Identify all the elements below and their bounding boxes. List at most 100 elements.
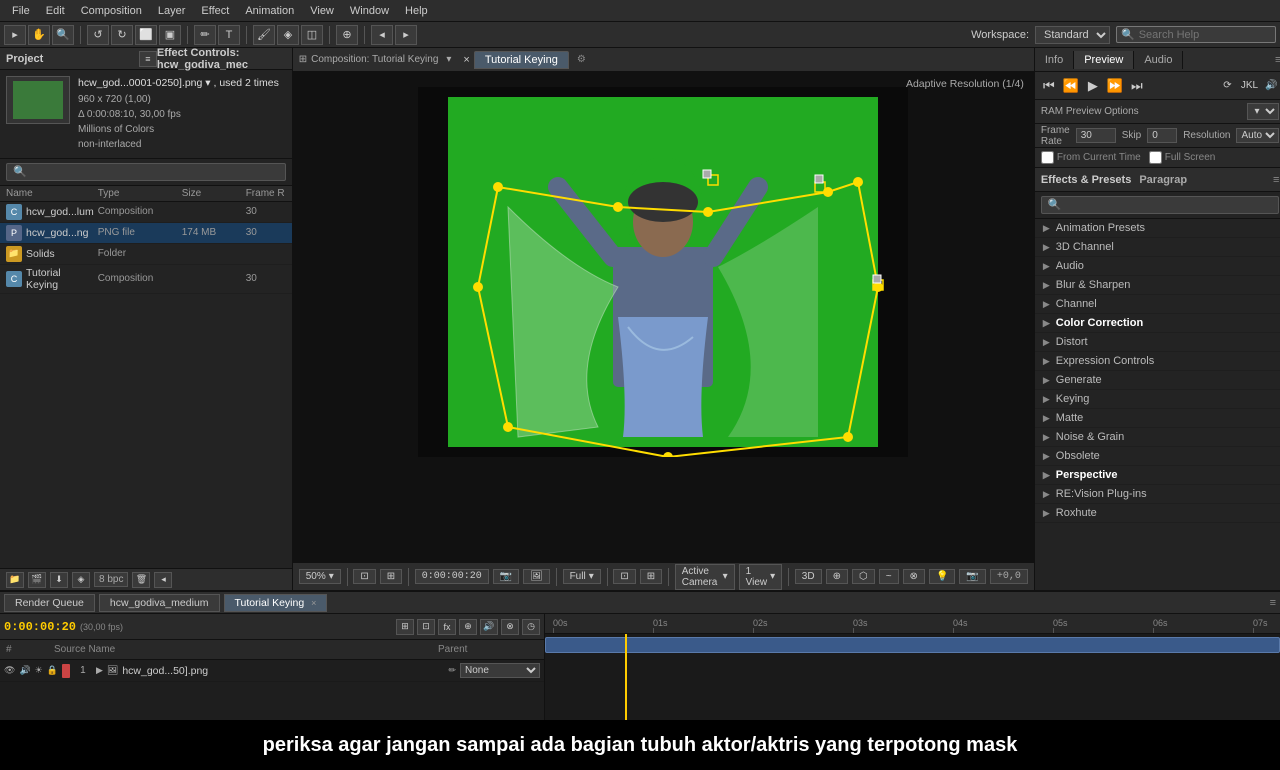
menu-edit[interactable]: Edit	[38, 3, 73, 19]
list-item[interactable]: ▶ Animation Presets	[1035, 219, 1280, 238]
resize-btn[interactable]: ⊞	[380, 569, 402, 584]
tl-btn-2[interactable]: ⊡	[417, 619, 435, 635]
pen-tool[interactable]: ✏	[194, 25, 216, 45]
mask-btn[interactable]: ⬡	[852, 569, 875, 584]
project-menu-btn[interactable]: ≡	[139, 51, 157, 67]
list-item[interactable]: ▶ RE:Vision Plug-ins	[1035, 485, 1280, 504]
workspace-select[interactable]: Standard	[1035, 26, 1110, 44]
list-item[interactable]: 📁 Solids Folder	[0, 244, 292, 265]
delete-btn[interactable]: 🗑	[132, 572, 150, 588]
select-tool[interactable]: ▸	[4, 25, 26, 45]
jkl-btn[interactable]: JKL	[1239, 77, 1259, 95]
text-tool[interactable]: T	[218, 25, 240, 45]
show-snapshot-btn[interactable]: 🖼	[523, 569, 550, 584]
list-item[interactable]: ▶ Channel	[1035, 295, 1280, 314]
stamp-tool[interactable]: ◈	[277, 25, 299, 45]
fit-btn[interactable]: ⊡	[353, 569, 375, 584]
view-mode-select[interactable]: 1 View ▾	[739, 564, 783, 590]
full-screen-cb[interactable]	[1149, 151, 1162, 164]
ram-preview-select[interactable]: ▾	[1247, 103, 1279, 120]
menu-layer[interactable]: Layer	[150, 3, 194, 19]
menu-animation[interactable]: Animation	[237, 3, 302, 19]
list-item[interactable]: ▶ Obsolete	[1035, 447, 1280, 466]
undo-btn[interactable]: ↺	[87, 25, 109, 45]
list-item[interactable]: ▶ Distort	[1035, 333, 1280, 352]
tl-tab-godiva[interactable]: hcw_godiva_medium	[99, 594, 220, 612]
comp-close-btn[interactable]: ×	[463, 54, 469, 66]
interpret-btn[interactable]: ◈	[72, 572, 90, 588]
para-tab[interactable]: Paragrap	[1139, 174, 1187, 186]
camera-btn[interactable]: 📷	[959, 569, 985, 584]
mute-btn[interactable]: 🔊	[1261, 77, 1280, 95]
list-item[interactable]: ▶ Audio	[1035, 257, 1280, 276]
zoom-control[interactable]: 50% ▾	[299, 569, 341, 584]
preview-last-btn[interactable]: ⏭	[1127, 77, 1147, 95]
layer-parent-select[interactable]: None	[460, 663, 540, 678]
menu-file[interactable]: File	[4, 3, 38, 19]
tab-preview[interactable]: Preview	[1074, 51, 1134, 69]
import-btn[interactable]: ⬇	[50, 572, 68, 588]
box-btn[interactable]: ▣	[159, 25, 181, 45]
puppet-tool[interactable]: ⊕	[336, 25, 358, 45]
anchor-btn[interactable]: ⊗	[903, 569, 925, 584]
tl-track-area[interactable]	[545, 634, 1280, 720]
snapshot-btn[interactable]: 📷	[493, 569, 519, 584]
timeline-menu-btn[interactable]: ≡	[1270, 597, 1276, 609]
nav-right[interactable]: ▸	[395, 25, 417, 45]
tl-tab-render[interactable]: Render Queue	[4, 594, 95, 612]
layer-solo-toggle[interactable]: ☀	[35, 665, 43, 676]
resolution-select[interactable]: Auto	[1236, 128, 1279, 143]
table-row[interactable]: 👁 🔊 ☀ 🔒 1 ▶ 🖼 hcw_god...50].png ✏ None	[0, 660, 544, 682]
new-folder-btn[interactable]: 📁	[6, 572, 24, 588]
preview-play-btn[interactable]: ▶	[1083, 77, 1103, 95]
list-item[interactable]: ▶ Color Correction	[1035, 314, 1280, 333]
layer-btn[interactable]: ⊕	[826, 569, 848, 584]
layer-lock[interactable]: 🔒	[47, 665, 58, 676]
menu-window[interactable]: Window	[342, 3, 397, 19]
list-item[interactable]: ▶ Perspective	[1035, 466, 1280, 485]
tl-tab-close[interactable]: ×	[311, 598, 316, 608]
tl-btn-3[interactable]: fx	[438, 619, 456, 635]
skip-input[interactable]	[1147, 128, 1177, 143]
toggle-btn[interactable]: ⊡	[613, 569, 635, 584]
tl-btn-5[interactable]: 🔊	[480, 619, 498, 635]
hand-tool[interactable]: ✋	[28, 25, 50, 45]
tl-clip[interactable]	[545, 637, 1280, 653]
grid-btn[interactable]: ⊞	[640, 569, 662, 584]
tab-audio[interactable]: Audio	[1134, 51, 1183, 69]
preview-prev-btn[interactable]: ⏪	[1061, 77, 1081, 95]
list-item[interactable]: C hcw_god...lum Composition 30	[0, 202, 292, 223]
brush-tool[interactable]: 🖌	[253, 25, 275, 45]
comp-settings-btn[interactable]: ⚙	[577, 54, 586, 65]
list-item[interactable]: ▶ Matte	[1035, 409, 1280, 428]
project-search-input[interactable]	[6, 163, 286, 181]
layer-expand-btn[interactable]: ▶	[96, 665, 103, 676]
timecode-display[interactable]: 0:00:00:20	[415, 569, 489, 584]
tl-btn-1[interactable]: ⊞	[396, 619, 414, 635]
loop-btn[interactable]: ⟳	[1217, 77, 1237, 95]
3d-btn[interactable]: 3D	[795, 569, 822, 584]
list-item[interactable]: P hcw_god...ng PNG file 174 MB 30	[0, 223, 292, 244]
tab-info[interactable]: Info	[1035, 51, 1074, 69]
redo-btn[interactable]: ↻	[111, 25, 133, 45]
frame-rate-input[interactable]	[1076, 128, 1116, 143]
tl-btn-6[interactable]: ⊗	[501, 619, 519, 635]
layer-audio-toggle[interactable]: 🔊	[19, 665, 30, 676]
eraser-tool[interactable]: ◫	[301, 25, 323, 45]
tl-tab-tutorial[interactable]: Tutorial Keying ×	[224, 594, 328, 612]
new-comp-btn[interactable]: 🎬	[28, 572, 46, 588]
menu-help[interactable]: Help	[397, 3, 436, 19]
list-item[interactable]: ▶ Generate	[1035, 371, 1280, 390]
preview-next-btn[interactable]: ⏩	[1105, 77, 1125, 95]
list-item[interactable]: ▶ Blur & Sharpen	[1035, 276, 1280, 295]
tl-btn-7[interactable]: ◷	[522, 619, 540, 635]
search-help-box[interactable]: 🔍	[1116, 26, 1276, 43]
effects-search-input[interactable]	[1041, 196, 1280, 214]
list-item[interactable]: ▶ Noise & Grain	[1035, 428, 1280, 447]
tl-btn-4[interactable]: ⊕	[459, 619, 477, 635]
layer-visibility[interactable]: 👁	[4, 665, 15, 676]
tl-playhead[interactable]	[625, 634, 627, 720]
menu-view[interactable]: View	[302, 3, 342, 19]
render-btn[interactable]: ⬜	[135, 25, 157, 45]
light-btn[interactable]: 💡	[929, 569, 955, 584]
